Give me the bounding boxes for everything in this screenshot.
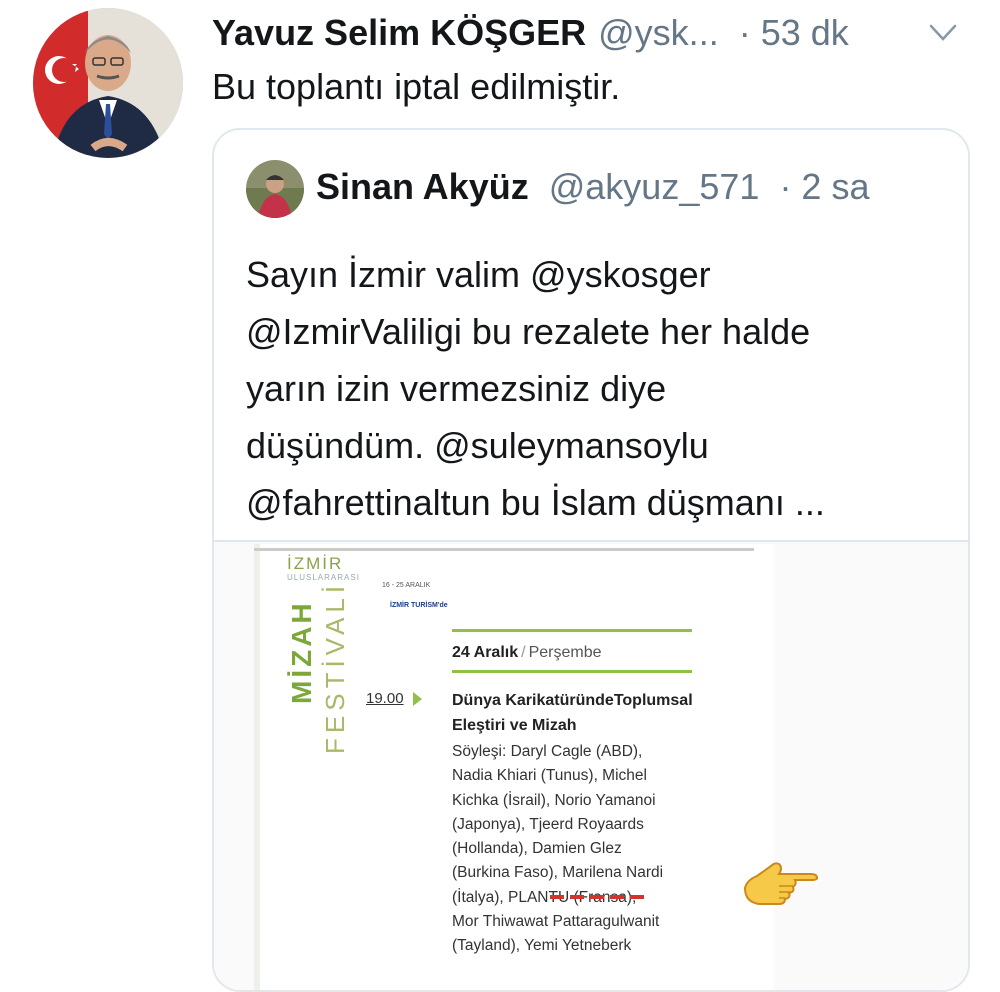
author-name[interactable]: Yavuz Selim KÖŞGER (212, 12, 586, 54)
tweet-timestamp[interactable]: · 53 dk (739, 12, 849, 54)
quoted-tweet-text: Sayın İzmir valim @yskosger @IzmirValili… (246, 246, 946, 531)
poster-event-title: Dünya KarikatüründeToplumsal Eleştiri ve… (452, 692, 693, 734)
poster-day-name: Perşembe (528, 644, 602, 661)
quoted-author-handle[interactable]: @akyuz_571 (549, 166, 760, 207)
poster-dates: 16 - 25 ARALIK (382, 582, 431, 589)
tweet-header: Yavuz Selim KÖŞGER @ysk... · 53 dk (212, 8, 972, 58)
chevron-down-icon[interactable] (928, 22, 958, 44)
highlight-dash (570, 895, 584, 899)
play-arrow-icon (413, 692, 422, 706)
poster-green-rule (452, 670, 692, 673)
highlight-dash (610, 895, 624, 899)
highlight-dash (550, 895, 564, 899)
quoted-text-line: düşündüm. @suleymansoylu (246, 425, 709, 466)
pointing-hand-icon (743, 862, 819, 905)
highlight-dash (630, 895, 644, 899)
poster-title: MİZAH (286, 600, 317, 704)
poster-event-speakers: Söyleşi: Daryl Cagle (ABD), Nadia Khiari… (452, 743, 664, 955)
quoted-text-line: yarın izin vermezsiniz diye (246, 368, 667, 409)
poster-day-separator: / (521, 644, 526, 661)
quoted-text-line: @IzmirValiligi bu rezalete her halde (246, 311, 811, 352)
highlight-dash (590, 895, 604, 899)
quoted-tweet-header: Sinan Akyüz @akyuz_571 · 2 sa (316, 166, 869, 208)
poster-title-festival: FESTİVALİ (320, 580, 350, 754)
poster-divider (254, 548, 754, 551)
quoted-tweet-timestamp[interactable]: · 2 sa (779, 166, 869, 207)
author-avatar[interactable] (33, 8, 183, 158)
poster-day-date: 24 Aralık (452, 644, 519, 661)
poster-venue: İZMİR TURİSM'de (390, 602, 448, 609)
quoted-text-line: @fahrettinaltun bu İslam düşmanı ... (246, 482, 825, 523)
tweet-text: Bu toplantı iptal edilmiştir. (212, 66, 621, 107)
quoted-author-avatar[interactable] (246, 160, 304, 218)
quoted-tweet-image[interactable]: İZMİR ULUSLARARASI MİZAH FESTİVALİ 16 - … (214, 540, 968, 990)
quoted-text-line: Sayın İzmir valim @yskosger (246, 254, 711, 295)
poster-city: İZMİR (287, 554, 344, 573)
festival-poster: İZMİR ULUSLARARASI MİZAH FESTİVALİ 16 - … (254, 544, 819, 990)
poster-day: 24 Aralık / Perşembe (452, 644, 602, 662)
author-handle[interactable]: @ysk... (598, 12, 719, 54)
quoted-author-name[interactable]: Sinan Akyüz (316, 166, 529, 207)
poster-green-rule (452, 629, 692, 632)
poster-event-time: 19.00 (366, 690, 404, 707)
quoted-tweet-card[interactable]: Sinan Akyüz @akyuz_571 · 2 sa Sayın İzmi… (212, 128, 970, 992)
